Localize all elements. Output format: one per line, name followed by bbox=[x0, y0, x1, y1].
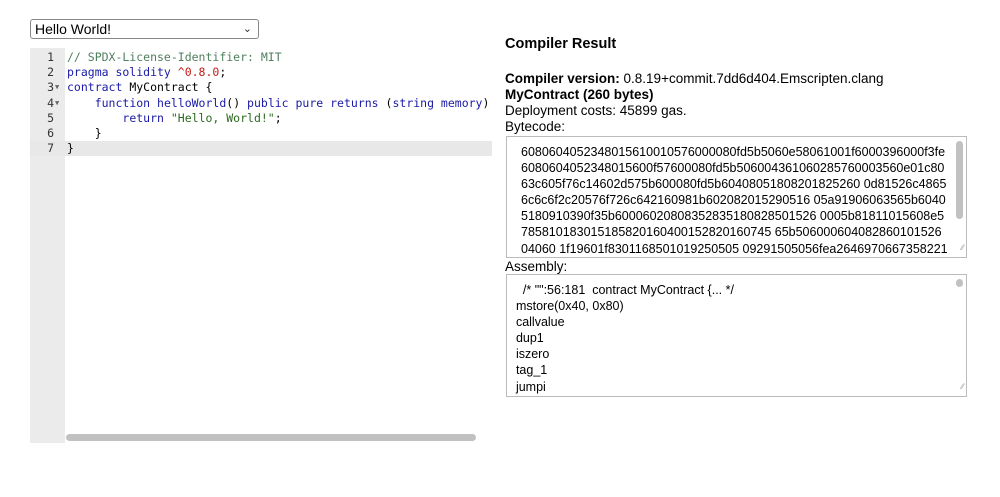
code-editor[interactable]: 1 // SPDX-License-Identifier: MIT 2 pragma … bbox=[30, 48, 492, 443]
code-text: function helloWorld() public pure return… bbox=[67, 95, 490, 111]
code-token: MyContract { bbox=[129, 80, 213, 95]
compiler-version-label: Compiler version: bbox=[505, 71, 620, 86]
compiler-info: Compiler version: 0.8.19+commit.7dd6d404… bbox=[505, 71, 884, 135]
resize-grip-icon[interactable]: ∕∕ bbox=[961, 379, 964, 395]
code-line[interactable]: 3 ▼ contract MyContract { bbox=[30, 80, 492, 95]
code-text: // SPDX-License-Identifier: MIT bbox=[67, 50, 282, 65]
code-token: // SPDX-License-Identifier: MIT bbox=[67, 50, 282, 64]
code-text: contract MyContract { bbox=[67, 80, 212, 95]
code-text: } bbox=[67, 126, 102, 141]
line-number: 6 bbox=[47, 125, 54, 140]
editor-lines[interactable]: 1 // SPDX-License-Identifier: MIT 2 pragma … bbox=[30, 50, 492, 157]
code-token: } bbox=[67, 125, 102, 140]
code-token: ^0.8.0 bbox=[177, 65, 220, 80]
line-number: 3 bbox=[47, 80, 54, 95]
horizontal-scrollbar[interactable] bbox=[66, 434, 476, 441]
code-line[interactable]: 6 } bbox=[30, 126, 492, 141]
assembly-line: 0x00 bbox=[509, 395, 948, 397]
assembly-text: /* "":56:181 contract MyContract {... */… bbox=[507, 275, 966, 397]
code-line[interactable]: 2 pragma solidity ^0.8.0; bbox=[30, 65, 492, 80]
code-token: ; bbox=[219, 65, 227, 80]
assembly-line: jumpi bbox=[509, 379, 546, 394]
assembly-scrollbar[interactable] bbox=[956, 279, 963, 287]
line-number: 2 bbox=[47, 65, 54, 80]
assembly-line: callvalue bbox=[509, 315, 565, 330]
code-token: ) bbox=[482, 95, 490, 110]
code-token: () bbox=[226, 95, 248, 110]
fold-arrow-icon[interactable]: ▼ bbox=[55, 80, 59, 95]
code-token: contract bbox=[67, 80, 130, 95]
code-token: return bbox=[122, 110, 171, 125]
code-text: return "Hello, World!"; bbox=[67, 110, 282, 126]
assembly-label: Assembly: bbox=[505, 259, 568, 274]
bytecode-textarea[interactable]: 6080604052348015610010576000080fd5b5060e… bbox=[506, 136, 967, 258]
compiler-version-value: 0.8.19+commit.7dd6d404.Emscripten.clang bbox=[619, 71, 884, 86]
line-number: 5 bbox=[47, 110, 54, 125]
code-token: string memory bbox=[392, 95, 483, 110]
deployment-costs: Deployment costs: 45899 gas. bbox=[505, 103, 687, 118]
code-line[interactable]: 4 ▼ function helloWorld() public pure ret… bbox=[30, 96, 492, 111]
assembly-line: tag_1 bbox=[509, 363, 548, 378]
line-number: 1 bbox=[47, 50, 54, 64]
code-text: } bbox=[67, 141, 74, 156]
chevron-down-icon: ⌄ bbox=[242, 23, 252, 35]
code-token: function helloWorld bbox=[94, 95, 227, 110]
example-select[interactable]: Hello World! ⌄ bbox=[30, 19, 259, 39]
contract-size: MyContract (260 bytes) bbox=[505, 87, 654, 102]
line-number: 4 bbox=[47, 95, 54, 110]
code-line[interactable]: 5 return "Hello, World!"; bbox=[30, 111, 492, 126]
resize-grip-icon[interactable]: ∕∕ bbox=[961, 240, 964, 256]
bytecode-scrollbar[interactable] bbox=[956, 141, 963, 219]
assembly-line: mstore(0x40, 0x80) bbox=[509, 299, 624, 314]
assembly-line: iszero bbox=[509, 347, 550, 362]
assembly-line: dup1 bbox=[509, 331, 544, 346]
assembly-line: /* "":56:181 contract MyContract {... */ bbox=[509, 283, 734, 297]
code-token: "Hello, World!" bbox=[170, 110, 275, 125]
code-token: } bbox=[67, 141, 74, 156]
code-token: ; bbox=[274, 110, 282, 125]
bytecode-text: 6080604052348015610010576000080fd5b5060e… bbox=[521, 145, 948, 256]
bytecode-label: Bytecode: bbox=[505, 119, 566, 134]
code-token: public pure returns bbox=[247, 95, 386, 110]
compiler-result-title: Compiler Result bbox=[505, 36, 617, 52]
code-line[interactable]: 1 // SPDX-License-Identifier: MIT bbox=[30, 50, 492, 65]
code-line[interactable]: 7} bbox=[30, 141, 492, 157]
code-token: pragma solidity bbox=[67, 65, 178, 80]
assembly-textarea[interactable]: /* "":56:181 contract MyContract {... */… bbox=[506, 274, 967, 397]
code-text: pragma solidity ^0.8.0; bbox=[67, 65, 226, 80]
line-number: 7 bbox=[47, 141, 54, 156]
fold-arrow-icon[interactable]: ▼ bbox=[55, 96, 59, 111]
example-select-value: Hello World! bbox=[35, 21, 111, 37]
